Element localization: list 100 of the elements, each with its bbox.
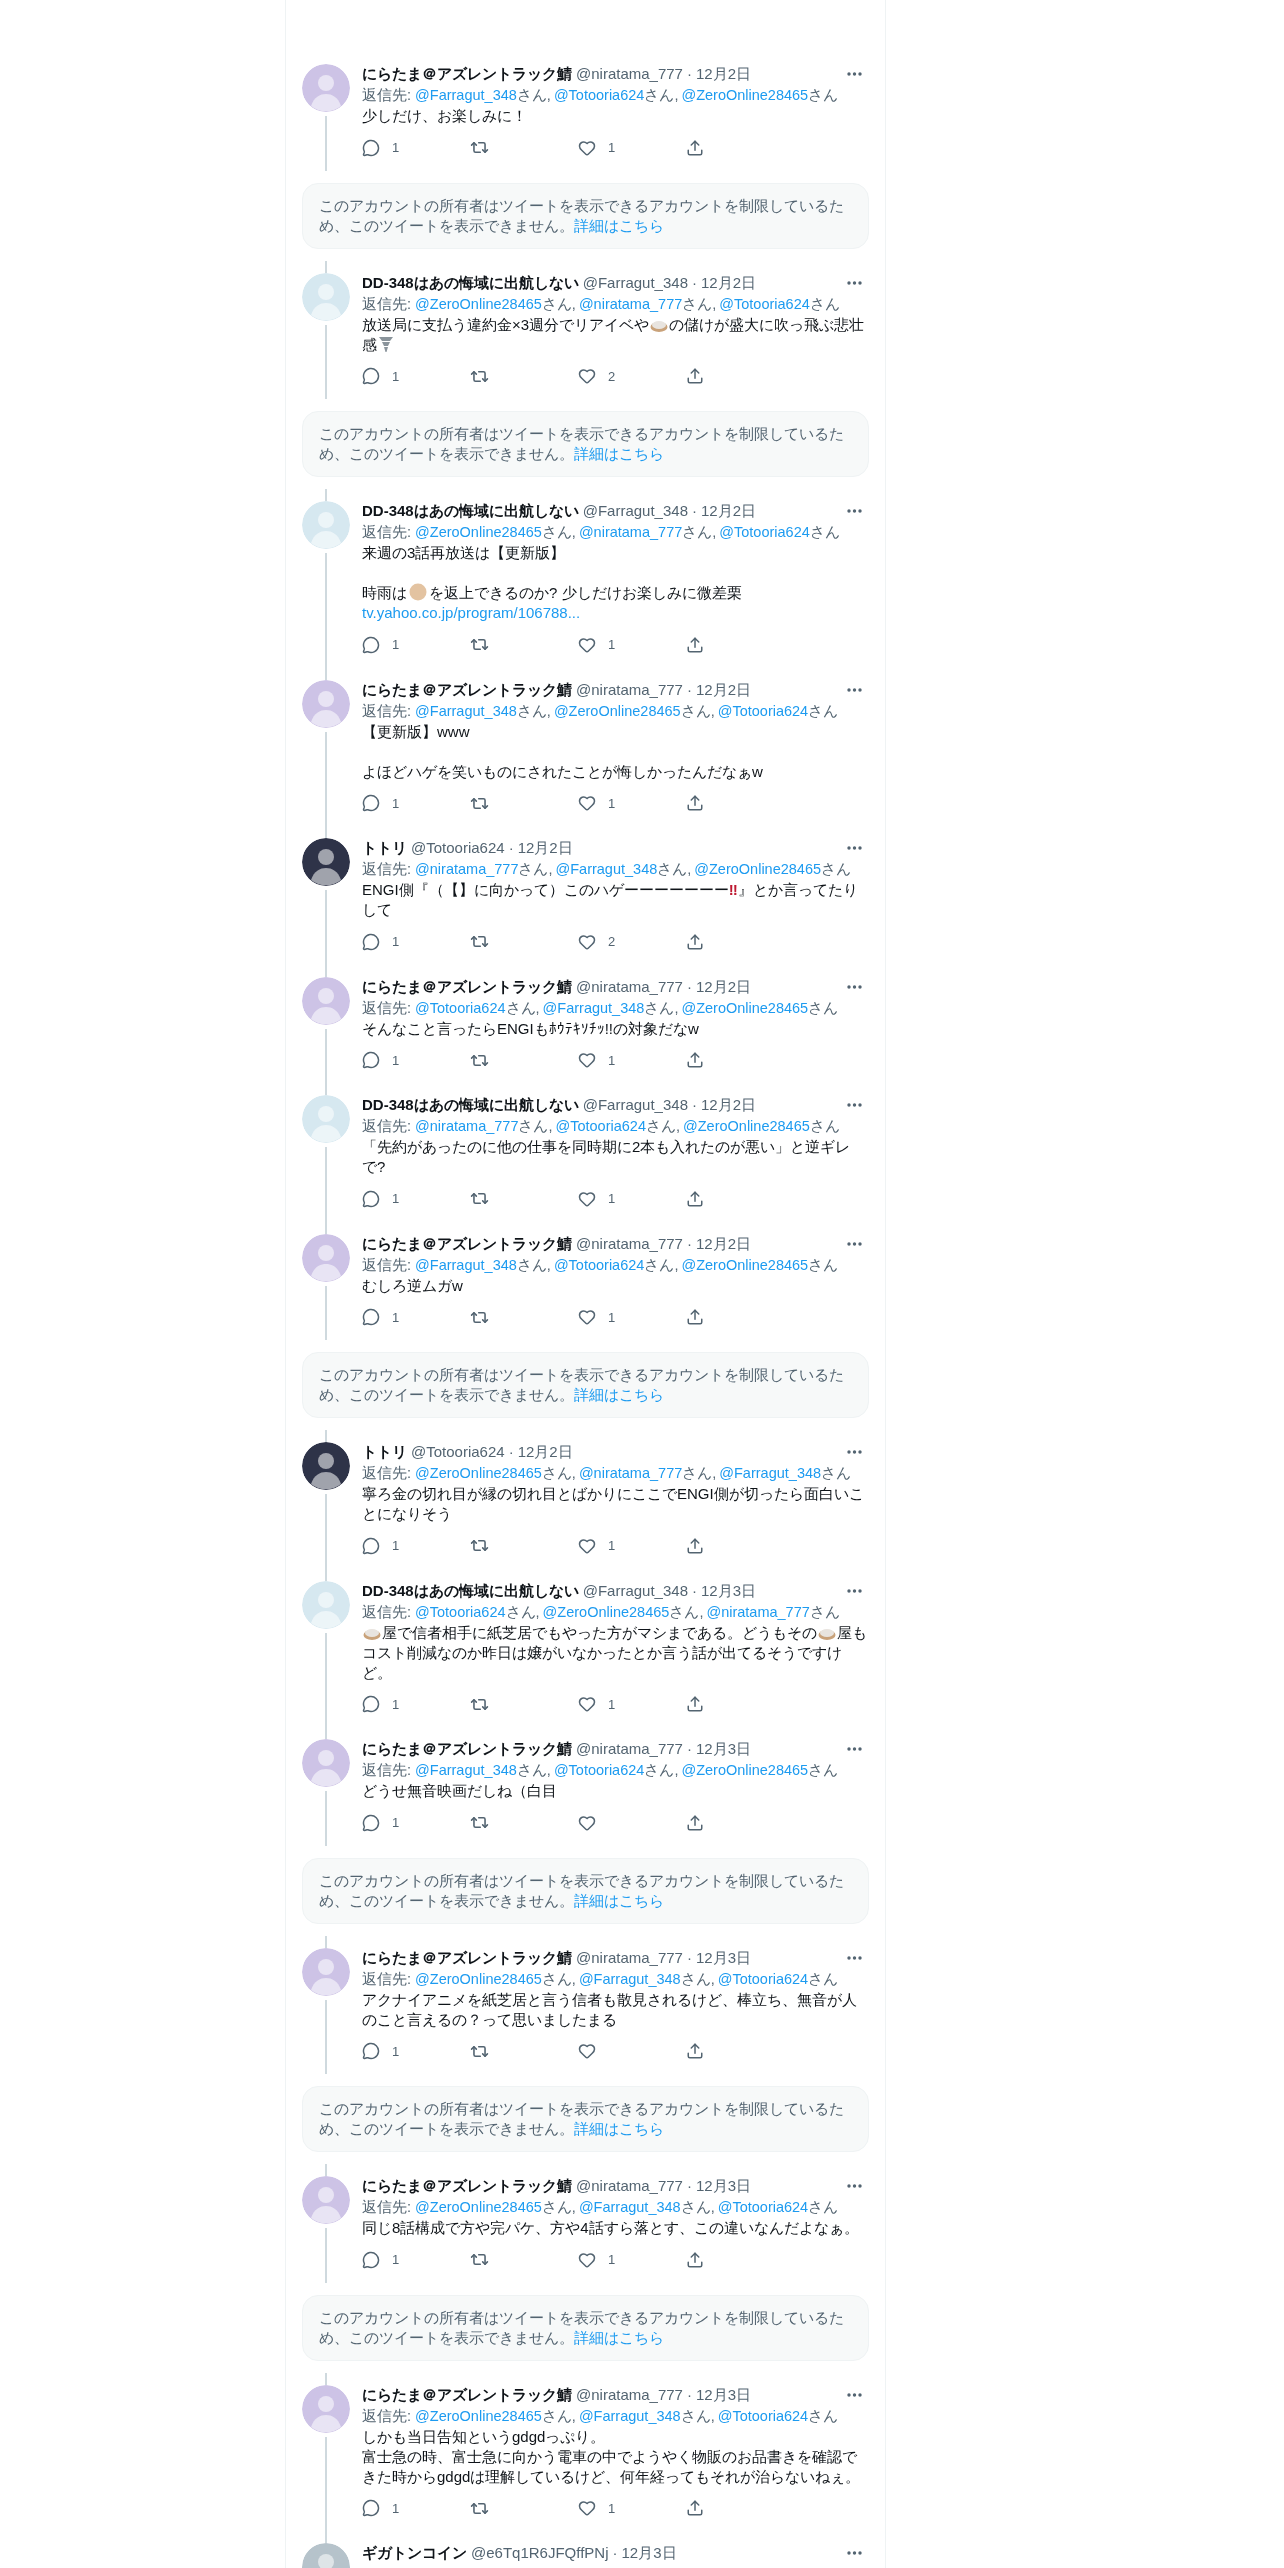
reply-button[interactable]: 1 (362, 1307, 470, 1327)
more-button[interactable] (844, 1447, 865, 1457)
mention-link[interactable]: @Totooria624 (553, 87, 645, 103)
mention-link[interactable]: @Totooria624 (415, 999, 506, 1016)
user-name[interactable]: にらたま＠アズレントラック鯖 (362, 64, 572, 84)
user-name[interactable]: DD-348はあの悔域に出航しない (362, 1580, 579, 1601)
tweet-date[interactable]: 12月2日 (695, 1233, 751, 1254)
reply-button[interactable]: 1 (362, 932, 470, 952)
reply-button[interactable]: 1 (362, 793, 470, 813)
mention-link[interactable]: @Totooria624 (553, 1762, 645, 1778)
like-button[interactable]: 1 (578, 2250, 686, 2270)
tweet-date[interactable]: 12月3日 (621, 2543, 677, 2563)
mention-link[interactable]: @Farragut_348 (415, 702, 517, 719)
tweet-date[interactable]: 12月2日 (701, 272, 756, 293)
user-handle[interactable]: @Farragut_348 (582, 1580, 688, 1601)
mention-link[interactable]: @Totooria624 (717, 2199, 809, 2215)
mention-link[interactable]: @Totooria624 (717, 2407, 809, 2424)
mention-link[interactable]: @Farragut_348 (578, 1970, 681, 1987)
mention-link[interactable]: @Totooria624 (555, 1118, 646, 1134)
tweet-date[interactable]: 12月2日 (695, 976, 751, 997)
mention-link[interactable]: @Totooria624 (415, 1603, 506, 1620)
mention-link[interactable]: @ZeroOnline28465 (683, 1118, 810, 1134)
like-button[interactable]: 1 (578, 2498, 686, 2518)
reply-button[interactable]: 1 (362, 1536, 470, 1556)
more-button[interactable] (844, 2548, 865, 2558)
mention-link[interactable]: @Totooria624 (717, 1970, 809, 1987)
user-handle[interactable]: @niratama_777 (576, 679, 683, 700)
avatar[interactable] (302, 838, 350, 886)
mention-link[interactable]: @Totooria624 (553, 1256, 645, 1273)
more-button[interactable] (844, 1744, 865, 1754)
tweet-date[interactable]: 12月2日 (517, 838, 573, 858)
mention-link[interactable]: @niratama_777 (706, 1603, 810, 1620)
mention-link[interactable]: @Farragut_348 (578, 2407, 681, 2424)
user-handle[interactable]: @niratama_777 (576, 1739, 683, 1759)
mention-link[interactable]: @Totooria624 (717, 702, 809, 719)
user-name[interactable]: トトリ (362, 1442, 407, 1462)
user-handle[interactable]: @Farragut_348 (582, 272, 688, 293)
reply-button[interactable]: 1 (362, 1694, 470, 1714)
user-handle[interactable]: @niratama_777 (576, 2176, 683, 2196)
user-name[interactable]: トトリ (362, 838, 407, 858)
user-name[interactable]: DD-348はあの悔域に出航しない (362, 1095, 579, 1115)
mention-link[interactable]: @ZeroOnline28465 (415, 1465, 542, 1481)
tweet-date[interactable]: 12月2日 (701, 1095, 756, 1115)
like-button[interactable]: 1 (578, 138, 686, 158)
tweet-date[interactable]: 12月2日 (517, 1442, 573, 1462)
mention-link[interactable]: @ZeroOnline28465 (681, 1762, 809, 1778)
mention-link[interactable]: @niratama_777 (578, 524, 683, 540)
mention-link[interactable]: @Farragut_348 (578, 2199, 681, 2215)
tweet-date[interactable]: 12月3日 (695, 1947, 751, 1968)
like-button[interactable]: 1 (578, 1536, 686, 1556)
user-name[interactable]: にらたま＠アズレントラック鯖 (362, 1233, 572, 1254)
reply-button[interactable]: 1 (362, 2041, 470, 2061)
user-name[interactable]: にらたま＠アズレントラック鯖 (362, 679, 572, 700)
user-name[interactable]: にらたま＠アズレントラック鯖 (362, 2176, 572, 2196)
mention-link[interactable]: @Farragut_348 (415, 87, 517, 103)
reply-button[interactable]: 1 (362, 2498, 470, 2518)
user-name[interactable]: にらたま＠アズレントラック鯖 (362, 1739, 572, 1759)
mention-link[interactable]: @Totooria624 (719, 524, 810, 540)
mention-link[interactable]: @ZeroOnline28465 (542, 1603, 670, 1620)
user-handle[interactable]: @niratama_777 (576, 64, 683, 84)
mention-link[interactable]: @Farragut_348 (555, 861, 658, 877)
mention-link[interactable]: @ZeroOnline28465 (681, 999, 809, 1016)
mention-link[interactable]: @Farragut_348 (415, 1762, 517, 1778)
reply-button[interactable]: 1 (362, 138, 470, 158)
tweet-date[interactable]: 12月3日 (695, 2176, 751, 2196)
like-button[interactable]: 1 (578, 1189, 686, 1209)
user-handle[interactable]: @e6Tq1R6JFQffPNj (471, 2543, 609, 2563)
reply-button[interactable]: 1 (362, 1813, 470, 1833)
user-name[interactable]: にらたま＠アズレントラック鯖 (362, 2384, 572, 2405)
user-handle[interactable]: @niratama_777 (576, 2384, 683, 2405)
user-name[interactable]: にらたま＠アズレントラック鯖 (362, 976, 572, 997)
mention-link[interactable]: @Farragut_348 (415, 1256, 517, 1273)
reply-button[interactable]: 1 (362, 2250, 470, 2270)
mention-link[interactable]: @ZeroOnline28465 (694, 861, 822, 877)
user-handle[interactable]: @niratama_777 (576, 1947, 683, 1968)
more-button[interactable] (844, 69, 865, 79)
user-name[interactable]: DD-348はあの悔域に出航しない (362, 272, 579, 293)
tweet-date[interactable]: 12月3日 (695, 1739, 751, 1759)
tweet-date[interactable]: 12月2日 (701, 501, 756, 521)
more-button[interactable] (844, 1100, 865, 1110)
user-handle[interactable]: @Totooria624 (411, 838, 505, 858)
user-name[interactable]: ギガトンコイン (362, 2543, 467, 2563)
mention-link[interactable]: @ZeroOnline28465 (415, 2407, 542, 2424)
url-link[interactable]: tv.yahoo.co.jp/program/106788... (362, 604, 581, 621)
mention-link[interactable]: @ZeroOnline28465 (681, 87, 809, 103)
user-name[interactable]: DD-348はあの悔域に出航しない (362, 501, 579, 521)
reply-button[interactable]: 1 (362, 635, 470, 655)
mention-link[interactable]: @ZeroOnline28465 (415, 2199, 542, 2215)
reply-button[interactable]: 1 (362, 1189, 470, 1209)
avatar[interactable] (302, 1442, 350, 1490)
like-button[interactable]: 2 (578, 366, 686, 386)
like-button[interactable]: 1 (578, 1307, 686, 1327)
mention-link[interactable]: @ZeroOnline28465 (415, 524, 542, 540)
tweet-date[interactable]: 12月3日 (701, 1580, 756, 1601)
like-button[interactable]: 1 (578, 1050, 686, 1070)
more-button[interactable] (844, 2181, 865, 2191)
mention-link[interactable]: @ZeroOnline28465 (553, 702, 681, 719)
mention-link[interactable]: @Totooria624 (719, 295, 810, 312)
mention-link[interactable]: @Farragut_348 (542, 999, 645, 1016)
reply-button[interactable]: 1 (362, 366, 470, 386)
